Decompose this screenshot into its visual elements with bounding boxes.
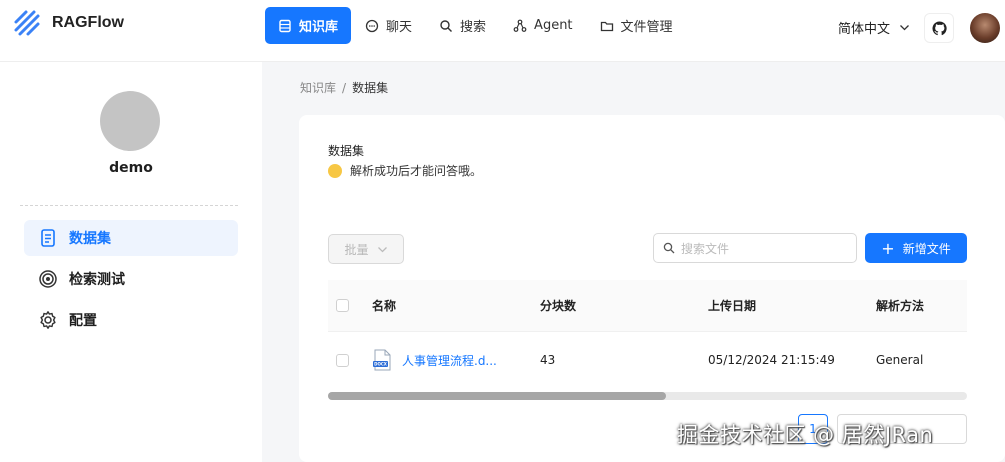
smile-emoji-icon xyxy=(328,163,342,178)
file-table: 名称 分块数 上传日期 解析方法 DOCX 人事管理流程.d... 43 05/… xyxy=(328,280,967,388)
sidebar-item-label: 数据集 xyxy=(69,231,111,247)
dataset-card: 数据集 解析成功后才能问答哦。 批量 搜索文件 + 新增文件 名称 分块数 上传… xyxy=(299,115,1005,462)
parse-method: General xyxy=(876,353,924,367)
sidebar-item-retrieval-test[interactable]: 检索测试 xyxy=(24,261,238,297)
chat-icon xyxy=(365,19,379,33)
search-placeholder: 搜索文件 xyxy=(681,241,730,256)
select-all-checkbox[interactable] xyxy=(336,299,349,312)
knowledge-base-name: demo xyxy=(109,160,153,176)
row-checkbox[interactable] xyxy=(336,353,349,367)
column-header-chunks[interactable]: 分块数 xyxy=(540,297,576,314)
database-icon xyxy=(278,19,292,33)
nav-label: 文件管理 xyxy=(620,20,673,35)
plus-icon: + xyxy=(881,238,895,258)
sidebar-divider xyxy=(20,205,238,206)
nav-agent[interactable]: Agent xyxy=(500,7,585,44)
batch-label: 批量 xyxy=(344,242,369,257)
sidebar-item-settings[interactable]: 配置 xyxy=(24,302,238,338)
scrollbar-thumb[interactable] xyxy=(328,392,666,400)
column-header-upload-date[interactable]: 上传日期 xyxy=(708,297,756,314)
nav-label: 聊天 xyxy=(386,20,413,35)
app-name: RAGFlow xyxy=(52,14,124,31)
table-header: 名称 分块数 上传日期 解析方法 xyxy=(328,280,967,332)
docx-file-icon: DOCX xyxy=(373,349,391,371)
app-logo[interactable]: RAGFlow xyxy=(12,8,124,38)
column-header-parse-method[interactable]: 解析方法 xyxy=(876,297,924,314)
chunk-count: 43 xyxy=(540,353,556,367)
checkbox-box xyxy=(336,353,349,367)
nav-label: 搜索 xyxy=(460,20,487,35)
file-name: 人事管理流程.d... xyxy=(402,353,497,368)
sidebar: demo 数据集 检索测试 配置 xyxy=(0,62,262,462)
main-nav: 知识库 聊天 搜索 Agent 文件管理 xyxy=(265,7,687,44)
nav-knowledge-base[interactable]: 知识库 xyxy=(265,7,352,44)
nav-label: 知识库 xyxy=(299,20,339,35)
column-header-name[interactable]: 名称 xyxy=(372,297,396,314)
target-icon xyxy=(39,270,57,288)
chevron-down-icon xyxy=(377,246,387,252)
watermark: 掘金技术社区 @ 居然JRan xyxy=(677,423,934,447)
breadcrumb-root[interactable]: 知识库 xyxy=(300,81,336,95)
gear-icon xyxy=(40,311,56,329)
add-file-button[interactable]: + 新增文件 xyxy=(865,233,967,263)
sidebar-item-label: 检索测试 xyxy=(69,272,125,288)
github-button[interactable] xyxy=(924,13,954,43)
github-icon xyxy=(931,20,947,35)
checkbox-box xyxy=(336,299,349,312)
nav-search[interactable]: 搜索 xyxy=(426,7,499,44)
graph-icon xyxy=(513,19,527,33)
ragflow-logo-icon xyxy=(14,10,40,36)
upload-date: 05/12/2024 21:15:49 xyxy=(708,353,835,367)
nav-label: Agent xyxy=(534,18,573,33)
nav-chat[interactable]: 聊天 xyxy=(352,7,425,44)
document-icon xyxy=(41,229,55,247)
language-label: 简体中文 xyxy=(838,22,891,37)
breadcrumb: 知识库 / 数据集 xyxy=(300,79,388,96)
top-header: RAGFlow 知识库 聊天 搜索 Agent 文件管理 简体中文 xyxy=(0,0,1005,62)
language-selector[interactable]: 简体中文 xyxy=(838,18,910,37)
add-file-label: 新增文件 xyxy=(902,241,951,256)
main-content: 知识库 / 数据集 数据集 解析成功后才能问答哦。 批量 搜索文件 + 新增文件 名… xyxy=(262,62,1005,462)
knowledge-base-avatar xyxy=(100,91,160,151)
batch-dropdown[interactable]: 批量 xyxy=(328,234,404,264)
search-icon xyxy=(439,19,453,33)
search-icon xyxy=(663,242,675,254)
table-row: DOCX 人事管理流程.d... 43 05/12/2024 21:15:49 … xyxy=(328,332,967,388)
svg-text:DOCX: DOCX xyxy=(374,362,387,367)
user-avatar[interactable] xyxy=(970,13,1000,43)
dataset-description: 解析成功后才能问答哦。 xyxy=(328,162,482,179)
chevron-down-icon xyxy=(900,25,909,31)
folder-icon xyxy=(600,19,614,33)
nav-file-management[interactable]: 文件管理 xyxy=(587,7,686,44)
dataset-title: 数据集 xyxy=(328,144,365,158)
sidebar-item-label: 配置 xyxy=(69,313,97,329)
file-search-input[interactable]: 搜索文件 xyxy=(653,233,857,263)
breadcrumb-separator: / xyxy=(342,81,347,95)
file-name-link[interactable]: DOCX 人事管理流程.d... xyxy=(372,349,497,371)
breadcrumb-current: 数据集 xyxy=(352,81,389,95)
sidebar-item-dataset[interactable]: 数据集 xyxy=(24,220,238,256)
dataset-description-text: 解析成功后才能问答哦。 xyxy=(350,164,483,178)
horizontal-scrollbar[interactable] xyxy=(328,392,967,400)
